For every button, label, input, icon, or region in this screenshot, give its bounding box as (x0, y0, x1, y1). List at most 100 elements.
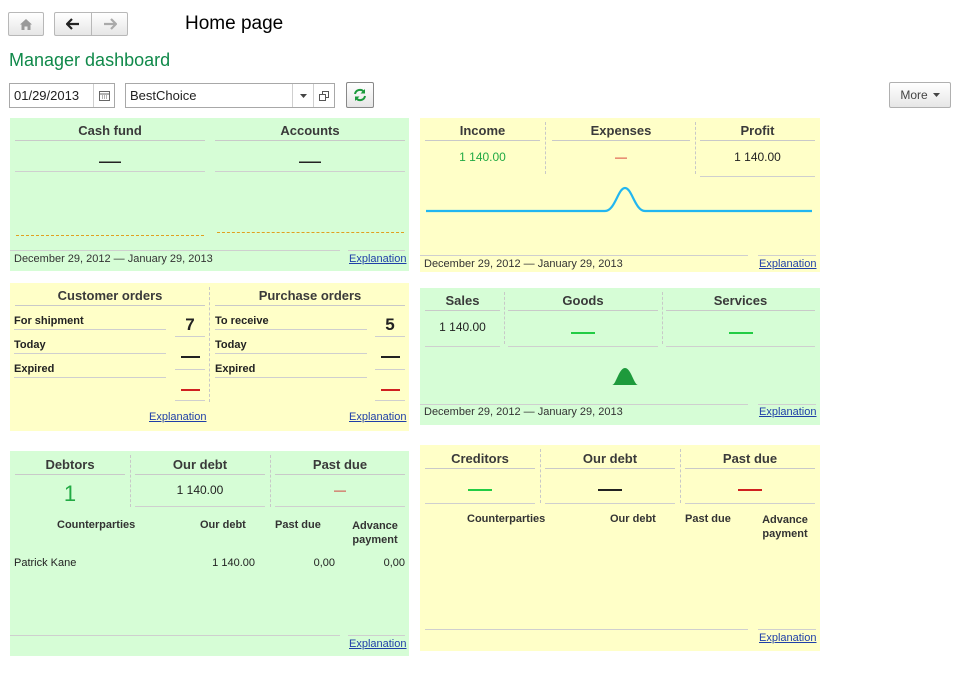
column-header-past-due: Past due (685, 513, 731, 525)
column-header-advance-payment: Advance payment (352, 520, 398, 546)
divider (15, 171, 205, 172)
divider (662, 292, 663, 344)
purchase-to-receive-count: 5 (385, 315, 395, 334)
goods-header: Goods (508, 293, 658, 311)
cash-panel: Cash fund Accounts — — December 29, 2012… (10, 118, 409, 271)
customer-orders-header: Customer orders (15, 288, 205, 306)
purchase-row-label: Expired (215, 363, 256, 375)
divider (175, 336, 205, 337)
divider (215, 353, 367, 354)
divider (758, 629, 816, 630)
divider (685, 503, 815, 504)
dashboard-title: Manager dashboard (9, 50, 171, 70)
open-window-icon (319, 90, 329, 101)
explanation-link[interactable]: Explanation (759, 258, 817, 270)
column-header-counterparties: Counterparties (467, 513, 546, 525)
divider (425, 629, 748, 630)
divider (10, 635, 340, 636)
profit-header: Profit (700, 123, 815, 141)
column-header-counterparties: Counterparties (57, 519, 136, 531)
home-icon (20, 18, 32, 30)
period-text: December 29, 2012 — January 29, 2013 (424, 406, 623, 418)
column-header-our-debt: Our debt (610, 513, 656, 525)
explanation-link[interactable]: Explanation (349, 253, 407, 265)
divider (425, 503, 535, 504)
more-button[interactable]: More (889, 82, 951, 108)
sales-header: Sales (425, 293, 500, 311)
advance-cell: 0,00 (383, 557, 405, 569)
sales-value: 1 140.00 (439, 320, 486, 334)
our-debt-cell: 1 140.00 (212, 557, 255, 569)
calendar-button[interactable] (93, 84, 114, 107)
divider (504, 292, 505, 344)
chevron-down-icon (299, 93, 307, 98)
forward-button[interactable] (91, 12, 128, 36)
income-sparkline (426, 186, 812, 213)
profit-value: 1 140.00 (734, 150, 781, 164)
debtors-header: Debtors (15, 457, 125, 475)
explanation-link[interactable]: Explanation (349, 411, 407, 423)
purchase-row-label: To receive (215, 315, 269, 327)
divider (425, 346, 500, 347)
explanation-link[interactable]: Explanation (759, 406, 817, 418)
sales-chart-peak (612, 368, 638, 385)
divider (14, 353, 166, 354)
home-button[interactable] (8, 12, 44, 36)
creditors-header: Creditors (425, 451, 535, 469)
past-due-cell: 0,00 (313, 557, 335, 569)
debtors-panel: Debtors Our debt Past due 1 1 140.00 — C… (10, 451, 409, 656)
explanation-link[interactable]: Explanation (349, 638, 407, 650)
refresh-button[interactable] (346, 82, 374, 108)
past-due-header: Past due (275, 457, 405, 475)
expenses-value: — (615, 150, 627, 164)
income-header: Income (425, 123, 540, 141)
divider (270, 455, 271, 507)
divider (375, 369, 405, 370)
divider (540, 449, 541, 503)
our-debt-header: Our debt (135, 457, 265, 475)
column-header-advance-payment: Advance payment (762, 514, 808, 540)
divider (545, 503, 675, 504)
divider (680, 449, 681, 503)
back-button[interactable] (54, 12, 92, 36)
divider (758, 255, 816, 256)
customer-row-label: Today (14, 339, 46, 351)
divider (348, 635, 405, 636)
chevron-down-icon (932, 93, 940, 97)
refresh-icon (354, 88, 366, 102)
counterparty-name: Patrick Kane (14, 557, 77, 569)
divider (375, 336, 405, 337)
accounts-header: Accounts (215, 123, 405, 141)
divider (10, 250, 340, 251)
date-value: 01/29/2013 (14, 88, 80, 103)
purchase-row-label: Today (215, 339, 247, 351)
arrow-right-icon (103, 18, 117, 30)
company-open-button[interactable] (313, 84, 334, 107)
services-header: Services (666, 293, 815, 311)
explanation-link[interactable]: Explanation (759, 632, 817, 644)
customer-for-shipment-count: 7 (185, 315, 195, 334)
our-debt-value: 1 140.00 (176, 483, 224, 497)
services-value (729, 332, 753, 334)
page-title: Home page (185, 13, 284, 34)
creditors-value (468, 489, 492, 491)
customer-expired-value (181, 389, 200, 391)
column-header-past-due: Past due (275, 519, 321, 531)
period-text: December 29, 2012 — January 29, 2013 (424, 258, 623, 270)
expenses-header: Expenses (552, 123, 690, 141)
explanation-link[interactable]: Explanation (149, 411, 207, 423)
divider (215, 329, 367, 330)
divider (14, 377, 166, 378)
sales-panel: Sales Goods Services 1 140.00 December 2… (420, 288, 820, 425)
customer-row-label: For shipment (14, 315, 84, 327)
divider (215, 171, 405, 172)
past-due-value: — (334, 483, 346, 497)
divider (175, 400, 205, 401)
company-dropdown-button[interactable] (292, 84, 313, 107)
orders-panel: Customer orders Purchase orders For ship… (10, 283, 409, 431)
divider (700, 176, 815, 177)
calendar-icon (98, 90, 110, 101)
divider (695, 122, 696, 174)
divider (215, 377, 367, 378)
goods-value (571, 332, 595, 334)
